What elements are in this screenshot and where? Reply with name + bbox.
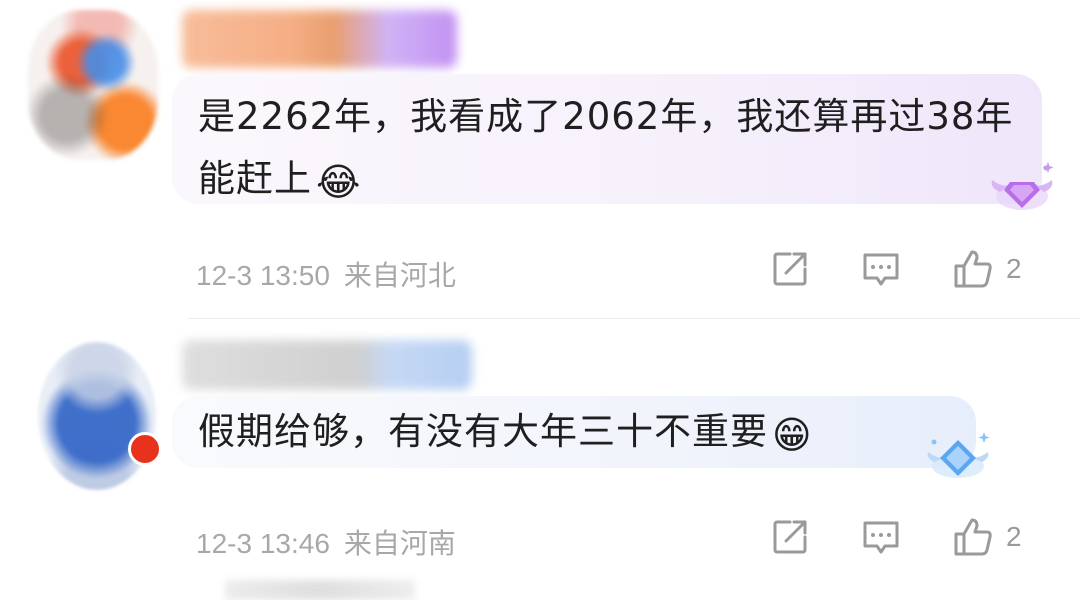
next-username-blurred (225, 580, 415, 600)
comment-bubble: 假期给够，有没有大年三十不重要 😁 (172, 396, 976, 468)
comment-item: 是2262年，我看成了2062年，我还算再过38年能赶上 😂 12-3 13:50… (0, 0, 1080, 320)
reply-button[interactable] (860, 249, 902, 289)
like-count: 2 (1006, 253, 1022, 284)
username-blurred[interactable] (182, 340, 472, 390)
comment-location: 来自河北 (343, 260, 456, 291)
thumbs-up-icon (954, 250, 992, 288)
user-avatar[interactable] (28, 10, 158, 160)
avatar-badge-icon (128, 432, 162, 466)
comment-actions: 2 (770, 248, 1072, 290)
comment-location: 来自河南 (343, 528, 456, 559)
user-avatar[interactable] (38, 342, 156, 490)
comment-icon (863, 253, 899, 286)
share-icon (773, 520, 807, 554)
comment-meta: 12-3 13:46 来自河南 (196, 522, 456, 562)
comment-timestamp: 12-3 13:46 (196, 528, 330, 559)
grinning-emoji-icon: 😁 (772, 413, 813, 457)
share-button[interactable] (770, 249, 810, 289)
comment-icon (863, 521, 899, 554)
comment-timestamp: 12-3 13:50 (196, 260, 330, 291)
laughing-crying-emoji-icon: 😂 (316, 160, 362, 204)
comment-text: 是2262年，我看成了2062年，我还算再过38年能赶上 😂 (198, 86, 1016, 213)
comment-text: 假期给够，有没有大年三十不重要 😁 (198, 408, 950, 459)
username-blurred[interactable] (182, 10, 457, 68)
share-icon (773, 252, 807, 286)
like-button[interactable]: 2 (952, 248, 1022, 290)
thumbs-up-icon (954, 518, 992, 556)
like-count: 2 (1006, 521, 1022, 552)
reply-button[interactable] (860, 517, 902, 557)
comment-actions: 2 (770, 516, 1072, 558)
comment-text-content: 假期给够，有没有大年三十不重要 (198, 410, 768, 453)
comment-item: 假期给够，有没有大年三十不重要 😁 12-3 13:46 来自河南 2 (0, 320, 1080, 600)
like-button[interactable]: 2 (952, 516, 1022, 558)
diamond-badge-icon (927, 432, 990, 478)
comment-meta: 12-3 13:50 来自河北 (196, 254, 456, 294)
share-button[interactable] (770, 517, 810, 557)
comment-bubble: 是2262年，我看成了2062年，我还算再过38年能赶上 😂 (172, 74, 1042, 204)
diamond-badge-icon (991, 162, 1054, 210)
comment-divider (188, 318, 1080, 319)
